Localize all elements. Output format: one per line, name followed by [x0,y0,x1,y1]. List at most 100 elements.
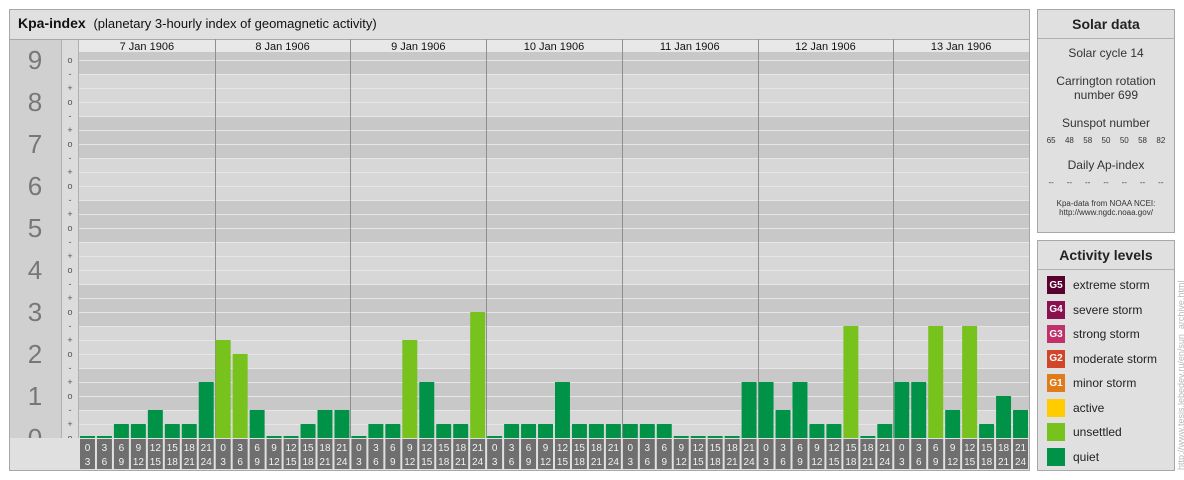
legend-label: unsettled [1073,425,1122,440]
interval-start-label: 9 [136,443,142,454]
y-subtick-label: o [67,139,72,149]
interval-start-label: 12 [828,443,840,454]
legend-item-quiet: quiet [1038,445,1174,470]
sunspot-value: 48 [1064,136,1074,145]
interval-start-label: 9 [814,443,820,454]
y-subtick-label: o [67,181,72,191]
interval-start-label: 0 [220,443,226,454]
legend-item-minor: G1 minor storm [1038,371,1174,396]
interval-end-label: 9 [254,457,260,468]
kp-bar [232,354,248,438]
kp-bar [249,409,265,438]
kp-bar [555,382,570,438]
legend-swatch: G1 [1047,374,1065,393]
y-tick-label: 8 [28,87,42,117]
carrington-line1: Carrington rotation [1056,74,1156,88]
interval-start-label: 9 [950,443,956,454]
kp-bar [911,382,927,438]
interval-end-label: 21 [455,457,467,468]
kp-bar [283,436,299,438]
kp-bar [962,325,978,438]
interval-start-label: 6 [390,443,396,454]
interval-end-label: 18 [574,457,586,468]
legend-item-moderate: G2 moderate storm [1038,347,1174,372]
interval-end-label: 12 [540,457,552,468]
interval-end-label: 21 [184,457,196,468]
legend-swatch [1047,423,1065,442]
sunspot-value: 58 [1138,136,1147,145]
interval-start-label: 6 [526,443,532,454]
kp-bar [758,382,774,438]
interval-start-label: 3 [509,443,515,454]
ap-value: -- [1103,178,1109,187]
interval-start-label: 12 [964,443,976,454]
y-tick-label: 1 [28,381,42,411]
interval-start-label: 0 [85,443,91,454]
ap-value: -- [1158,178,1164,187]
interval-strip [10,438,1029,470]
day-label: 13 Jan 1906 [931,41,992,53]
y-subtick-label: o [67,349,72,359]
y-subtick-label: + [67,335,72,345]
kp-bar [996,396,1012,438]
kp-bar [504,424,520,438]
interval-end-label: 6 [780,457,786,468]
interval-end-label: 6 [916,457,922,468]
kp-bar [1013,409,1028,438]
kp-bar [470,312,486,438]
kp-chart-panel: Kpa-index (planetary 3-hourly index of g… [9,9,1030,471]
interval-start-label: 15 [302,443,314,454]
interval-end-label: 9 [797,457,803,468]
kp-bar [741,382,757,438]
kp-bar [487,436,503,438]
y-subtick-label: - [69,69,72,79]
y-subtick-label: - [69,363,72,373]
interval-end-label: 18 [167,457,179,468]
interval-end-label: 12 [947,457,959,468]
y-subtick-label: + [67,125,72,135]
sunspot-value: 58 [1083,136,1093,145]
y-subtick-label: - [69,153,72,163]
y-tick-label: 2 [28,339,42,369]
interval-start-label: 21 [336,443,348,454]
interval-end-label: 3 [85,457,91,468]
interval-start-label: 9 [678,443,684,454]
kp-bar [402,340,418,438]
y-subtick-label: - [69,195,72,205]
interval-start-label: 3 [102,443,108,454]
legend-item-strong: G3 strong storm [1038,322,1174,347]
y-tick-label: 5 [28,213,42,243]
interval-start-label: 12 [557,443,569,454]
sunspot-value: 65 [1046,136,1056,145]
ap-label: Daily Ap-index [1067,158,1145,172]
interval-start-label: 12 [421,443,433,454]
interval-end-label: 18 [302,457,314,468]
kp-bar [266,436,282,438]
day-label: 9 Jan 1906 [391,41,445,53]
sunspot-value: 50 [1101,136,1111,145]
interval-start-label: 15 [981,443,993,454]
interval-end-label: 24 [879,457,891,468]
interval-start-label: 18 [727,443,739,454]
interval-end-label: 24 [201,457,213,468]
interval-end-label: 3 [763,457,769,468]
y-subtick-label: + [67,419,72,429]
kp-bar [538,424,553,438]
kp-bar [792,382,808,438]
interval-end-label: 6 [237,457,243,468]
day-label: 10 Jan 1906 [524,41,585,53]
interval-start-label: 9 [407,443,413,454]
interval-end-label: 6 [645,457,651,468]
interval-start-label: 3 [237,443,243,454]
y-subtick-label: + [67,377,72,387]
kp-bar [894,382,910,438]
carrington-line2: number 699 [1073,88,1139,102]
legend-item-extreme: G5 extreme storm [1038,273,1174,298]
level-band [79,73,1029,116]
interval-end-label: 15 [421,457,433,468]
interval-end-label: 15 [285,457,297,468]
y-subtick-label: o [67,391,72,401]
interval-end-label: 9 [119,457,125,468]
ap-value: -- [1066,178,1073,187]
legend-label: quiet [1073,449,1100,464]
